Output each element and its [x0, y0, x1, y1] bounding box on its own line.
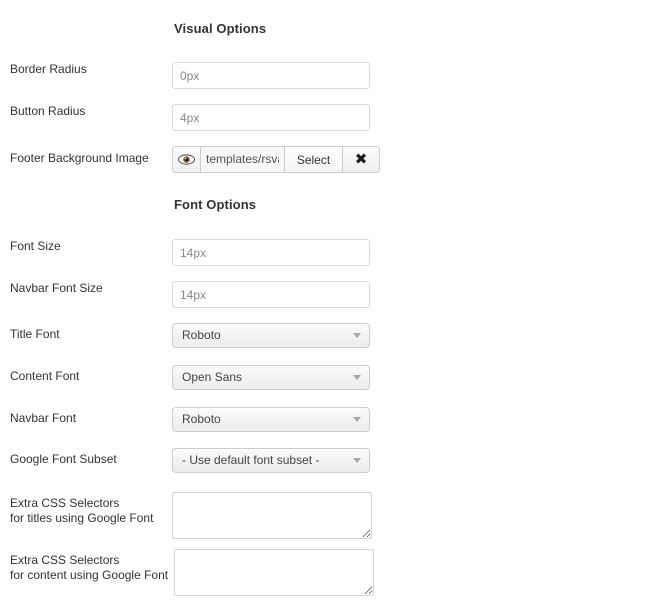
footer-image-select-label: Select [296, 152, 331, 167]
control-google-font-subset: - Use default font subset - [172, 448, 370, 473]
label-button-radius: Button Radius [10, 104, 168, 119]
control-font-size [172, 239, 370, 266]
template-options-form: Visual Options Border Radius Button Radi… [0, 0, 667, 600]
chevron-down-icon [353, 458, 361, 463]
label-content-font: Content Font [10, 369, 168, 384]
chevron-down-icon [353, 375, 361, 380]
label-navbar-font-text: Navbar Font [10, 411, 77, 425]
label-navbar-font-size-text: Navbar Font Size [10, 281, 103, 295]
control-navbar-font: Roboto [172, 407, 370, 432]
label-extra-css-titles: Extra CSS Selectors for titles using Goo… [10, 496, 168, 526]
font-size-input[interactable] [172, 239, 370, 266]
footer-image-preview-button[interactable] [172, 146, 200, 173]
label-extra-css-titles-line2: for titles using Google Font [10, 511, 154, 525]
footer-image-clear-button[interactable]: ✖ [342, 146, 380, 173]
control-title-font: Roboto [172, 323, 370, 348]
label-content-font-text: Content Font [10, 369, 80, 383]
label-footer-background-image-text: Footer Background Image [10, 151, 149, 165]
control-button-radius [172, 104, 370, 131]
extra-css-content-textarea[interactable] [174, 549, 374, 596]
footer-image-select-button[interactable]: Select [284, 146, 342, 173]
label-font-size-text: Font Size [10, 239, 61, 253]
label-title-font-text: Title Font [10, 327, 60, 341]
label-navbar-font-size: Navbar Font Size [10, 281, 168, 296]
control-navbar-font-size [172, 281, 370, 308]
control-extra-css-titles [172, 492, 372, 542]
navbar-font-size-input[interactable] [172, 281, 370, 308]
section-heading-visual-options: Visual Options [174, 21, 267, 36]
navbar-font-selected-value: Roboto [182, 412, 221, 426]
label-footer-background-image: Footer Background Image [10, 151, 168, 166]
button-radius-input[interactable] [172, 104, 370, 131]
extra-css-titles-textarea[interactable] [172, 492, 372, 539]
label-google-font-subset: Google Font Subset [10, 452, 168, 467]
control-border-radius [172, 62, 370, 89]
label-navbar-font: Navbar Font [10, 411, 168, 426]
chevron-down-icon [353, 333, 361, 338]
label-extra-css-content: Extra CSS Selectors for content using Go… [10, 553, 178, 583]
label-title-font: Title Font [10, 327, 168, 342]
content-font-select[interactable]: Open Sans [172, 365, 370, 390]
google-font-subset-selected-value: - Use default font subset - [182, 453, 320, 467]
footer-image-path-input[interactable] [200, 146, 284, 173]
control-footer-background-image: Select ✖ [172, 146, 380, 173]
navbar-font-select[interactable]: Roboto [172, 407, 370, 432]
chevron-down-icon [353, 417, 361, 422]
label-extra-css-titles-line1: Extra CSS Selectors [10, 496, 120, 510]
border-radius-input[interactable] [172, 62, 370, 89]
label-border-radius-text: Border Radius [10, 62, 87, 76]
label-extra-css-content-line1: Extra CSS Selectors [10, 553, 120, 567]
content-font-selected-value: Open Sans [182, 370, 243, 384]
section-heading-font-options: Font Options [174, 197, 257, 212]
label-extra-css-content-line2: for content using Google Font [10, 568, 169, 582]
title-font-selected-value: Roboto [182, 328, 221, 342]
x-icon: ✖ [354, 150, 368, 168]
label-font-size: Font Size [10, 239, 168, 254]
media-picker-group: Select ✖ [172, 146, 380, 173]
label-button-radius-text: Button Radius [10, 104, 86, 118]
control-content-font: Open Sans [172, 365, 370, 390]
label-google-font-subset-text: Google Font Subset [10, 452, 117, 466]
title-font-select[interactable]: Roboto [172, 323, 370, 348]
google-font-subset-select[interactable]: - Use default font subset - [172, 448, 370, 473]
control-extra-css-content [174, 549, 374, 599]
eye-icon [178, 154, 195, 165]
label-border-radius: Border Radius [10, 62, 168, 77]
